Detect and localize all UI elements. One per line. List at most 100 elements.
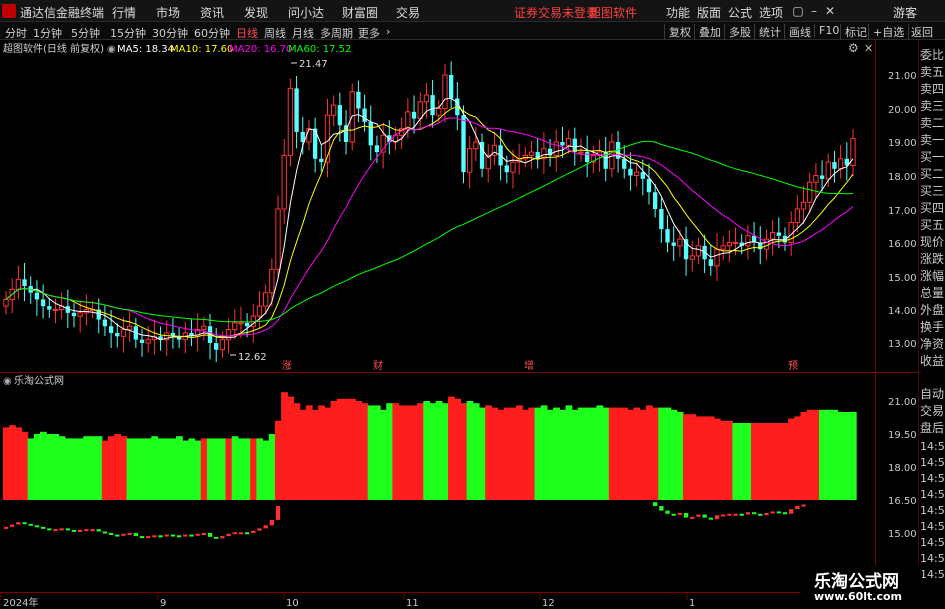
restore-icon[interactable]: ▢ xyxy=(790,3,806,19)
panel-label[interactable]: 涨跌 xyxy=(920,250,945,267)
panel-label[interactable]: 买五 xyxy=(920,216,945,233)
sub-column xyxy=(602,407,610,500)
panel-label[interactable]: 总量 xyxy=(920,284,945,301)
price-tick: 21.00 xyxy=(888,71,917,82)
sub-column xyxy=(701,416,709,500)
menu-news[interactable]: 资讯 xyxy=(200,4,224,21)
sub-mini-candle xyxy=(121,533,126,536)
panel-label[interactable]: 委比 xyxy=(920,46,945,63)
sub-column xyxy=(126,438,134,500)
sub-column xyxy=(528,407,536,500)
watermark-title: 乐淘公式网 xyxy=(814,572,899,592)
settings-icon[interactable]: ◉ xyxy=(107,44,116,55)
panel-label[interactable]: 外盘 xyxy=(920,301,945,318)
mark-button[interactable]: 标记 xyxy=(840,24,867,40)
panel-label[interactable]: 卖四 xyxy=(920,80,945,97)
panel-label[interactable]: 买三 xyxy=(920,182,945,199)
menu-wealth-circle[interactable]: 财富圈 xyxy=(342,4,378,21)
sub-mini-candle xyxy=(16,522,21,525)
panel-label[interactable]: 卖五 xyxy=(920,63,945,80)
candle-body xyxy=(244,322,250,327)
panel-label[interactable]: 换手 xyxy=(920,318,945,335)
event-mark-limit-up[interactable]: 涨 xyxy=(282,360,292,372)
sub-mini-candle xyxy=(721,514,726,517)
sub-mini-candle xyxy=(34,525,40,528)
sub-column xyxy=(732,423,740,500)
period-1min[interactable]: 1分钟 xyxy=(33,25,62,41)
panel-label[interactable]: 买一 xyxy=(920,148,945,165)
guest-user[interactable]: 游客 xyxy=(893,4,917,21)
minimize-icon[interactable]: – xyxy=(806,3,822,19)
trade-login-notice[interactable]: 证券交易未登录 xyxy=(514,4,598,21)
menu-formula[interactable]: 公式 xyxy=(728,4,752,21)
f10-button[interactable]: F10 xyxy=(814,24,839,37)
panel-label[interactable]: 卖三 xyxy=(920,97,945,114)
period-60min[interactable]: 60分钟 xyxy=(194,25,230,41)
back-button[interactable]: 返回 xyxy=(908,24,933,40)
price-tick: 15.00 xyxy=(888,273,917,284)
sub-tick: 18.00 xyxy=(888,463,917,474)
menu-options[interactable]: 选项 xyxy=(759,4,783,21)
panel-label[interactable]: 自动 xyxy=(920,385,945,402)
high-marker: 21.47 xyxy=(299,59,328,70)
trade-time: 14:56 xyxy=(920,504,945,517)
candle-body xyxy=(120,329,127,337)
event-mark-forecast[interactable]: 预 xyxy=(788,360,798,372)
period-30min[interactable]: 30分钟 xyxy=(152,25,188,41)
sub-column xyxy=(361,403,369,500)
adjust-button[interactable]: 复权 xyxy=(664,24,691,40)
panel-label[interactable]: 卖二 xyxy=(920,114,945,131)
menu-quotes[interactable]: 行情 xyxy=(112,4,136,21)
chart-close-icon[interactable]: ✕ xyxy=(864,42,873,55)
panel-label[interactable]: 净资 xyxy=(920,335,945,352)
candle-body xyxy=(368,121,373,146)
panel-label[interactable]: 买二 xyxy=(920,165,945,182)
menu-market[interactable]: 市场 xyxy=(156,4,180,21)
sub-mini-candle xyxy=(251,530,256,533)
sub-mini-candle xyxy=(47,528,52,531)
panel-label[interactable]: 盘后 xyxy=(920,419,945,436)
draw-line-button[interactable]: 画线 xyxy=(784,24,811,40)
multi-stock-button[interactable]: 多股 xyxy=(724,24,751,40)
panel-label[interactable]: 收益 xyxy=(920,352,945,369)
period-more[interactable]: 更多 xyxy=(358,25,380,41)
kline-chart-svg[interactable]: 超图软件(日线 前复权) ◉ MA5: 18.34 MA10: 17.60 MA… xyxy=(0,40,918,609)
sub-column xyxy=(664,407,672,500)
chevron-right-icon[interactable]: › xyxy=(386,25,390,38)
period-daily[interactable]: 日线 xyxy=(236,25,258,41)
sub-mini-candle xyxy=(40,526,46,529)
candle-body xyxy=(201,325,207,331)
sub-mini-candle xyxy=(727,513,732,516)
panel-label[interactable]: 现价 xyxy=(920,233,945,250)
panel-label[interactable]: 涨幅 xyxy=(920,267,945,284)
chart-settings-icon[interactable]: ⚙ xyxy=(848,41,859,55)
sub-column xyxy=(299,409,307,500)
panel-label[interactable]: 卖一 xyxy=(920,131,945,148)
sub-column xyxy=(256,438,264,500)
event-mark-finance[interactable]: 财 xyxy=(373,359,383,372)
candle-body xyxy=(115,332,120,337)
menu-discover[interactable]: 发现 xyxy=(244,4,268,21)
stats-button[interactable]: 统计 xyxy=(754,24,781,40)
period-multi[interactable]: 多周期 xyxy=(320,25,353,41)
menu-layout[interactable]: 版面 xyxy=(697,4,721,21)
chart-area[interactable]: 超图软件(日线 前复权) ◉ MA5: 18.34 MA10: 17.60 MA… xyxy=(0,40,945,609)
period-5min[interactable]: 5分钟 xyxy=(71,25,100,41)
period-monthly[interactable]: 月线 xyxy=(292,25,314,41)
menu-function[interactable]: 功能 xyxy=(666,4,690,21)
period-15min[interactable]: 15分钟 xyxy=(110,25,146,41)
panel-label[interactable]: 买四 xyxy=(920,199,945,216)
event-mark-increase[interactable]: 增 xyxy=(524,359,534,372)
period-weekly[interactable]: 周线 xyxy=(264,25,286,41)
menu-trade[interactable]: 交易 xyxy=(396,4,420,21)
period-tick[interactable]: 分时 xyxy=(5,25,27,41)
close-icon[interactable]: ✕ xyxy=(822,3,838,19)
candle-body xyxy=(343,125,349,142)
overlay-button[interactable]: 叠加 xyxy=(694,24,721,40)
sub-column xyxy=(398,405,406,500)
sub-mini-candle xyxy=(183,534,188,537)
menu-ask-xiaoda[interactable]: 问小达 xyxy=(288,4,324,21)
panel-label[interactable]: 交易 xyxy=(920,402,945,419)
add-watchlist-button[interactable]: +自选 xyxy=(868,24,904,40)
sub-settings-icon[interactable]: ◉ xyxy=(3,376,12,387)
